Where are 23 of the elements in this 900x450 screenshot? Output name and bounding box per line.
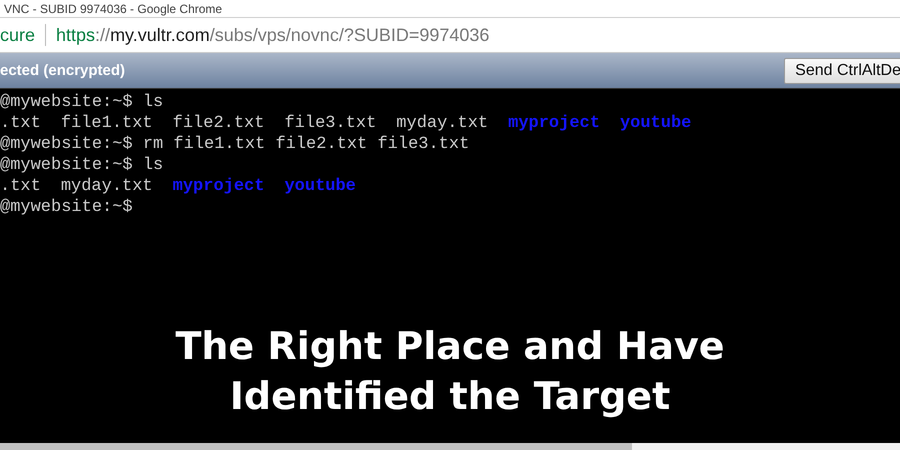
terminal-text: @mywebsite:~$	[0, 198, 133, 217]
terminal-text: myday.txt	[60, 177, 153, 196]
terminal-text: file2.txt	[172, 114, 264, 133]
terminal-text: youtube	[284, 177, 356, 196]
terminal-text: file3.txt	[284, 114, 376, 133]
terminal-text: .txt	[0, 177, 41, 196]
terminal-text: myday.txt	[396, 114, 488, 133]
connection-status: ected (encrypted)	[0, 62, 126, 79]
terminal-text: file1.txt	[60, 114, 153, 133]
scrollbar-thumb[interactable]	[0, 443, 632, 450]
caption-text: Identified the Target	[230, 373, 670, 420]
terminal-text: @mywebsite:~$ ls	[0, 93, 164, 112]
terminal-text: youtube	[620, 114, 692, 133]
security-label: cure	[0, 24, 36, 46]
caption-text: The Right Place and Have	[175, 323, 725, 370]
url-text: https://my.vultr.com/subs/vps/novnc/?SUBID=9974036	[56, 24, 490, 46]
send-ctrl-alt-del-button[interactable]: Send CtrlAltDe	[784, 58, 900, 84]
terminal-text: @mywebsite:~$ rm file1.txt file2.txt file3.txt	[0, 135, 470, 154]
terminal-text: .txt	[0, 114, 41, 133]
terminal-text: @mywebsite:~$ ls	[0, 156, 164, 175]
terminal-text: myproject	[172, 177, 264, 196]
window-title: VNC - SUBID 9974036 - Google Chrome	[4, 2, 222, 17]
terminal-text: myproject	[508, 114, 600, 133]
